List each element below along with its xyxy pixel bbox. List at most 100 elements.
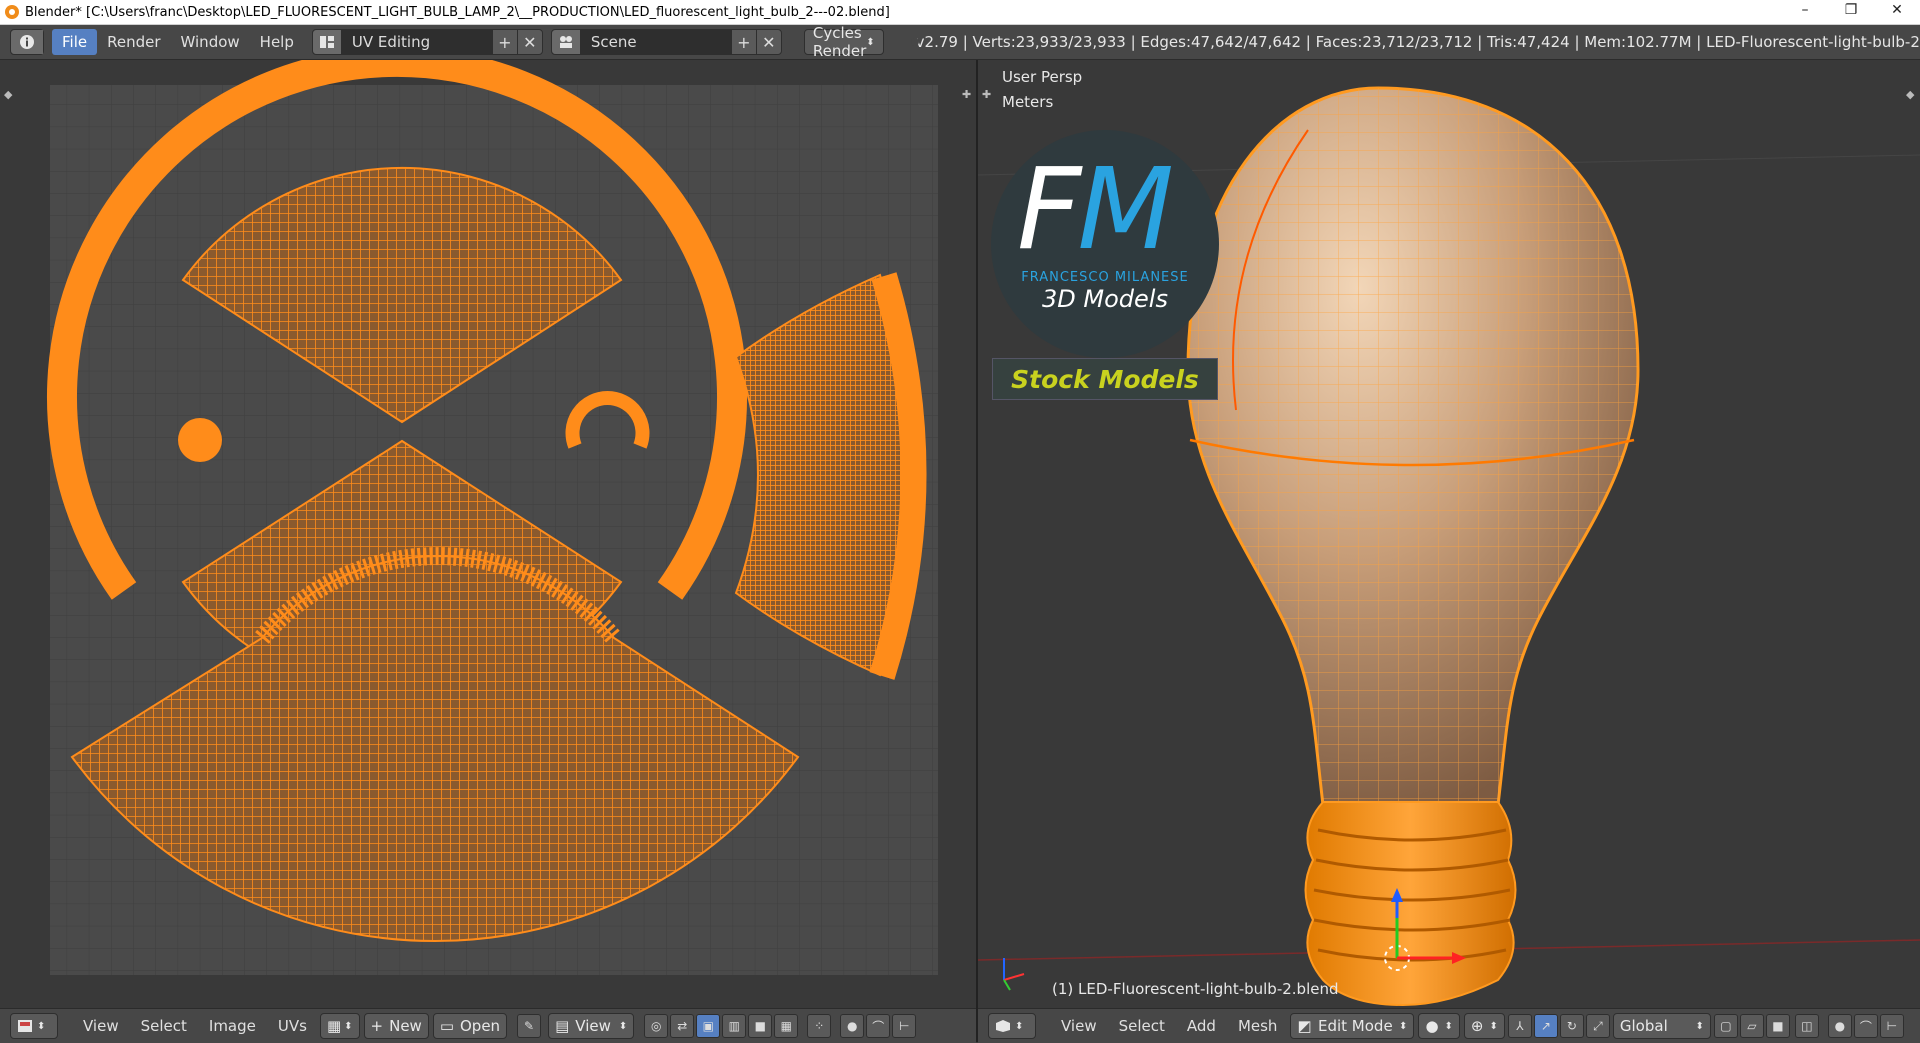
stock-models-banner: Stock Models bbox=[992, 358, 1218, 400]
snap-icon[interactable]: ⌒ bbox=[1853, 1014, 1878, 1038]
updown-arrows-icon: ⬍ bbox=[866, 36, 875, 48]
unit-system-label: Meters bbox=[1002, 93, 1054, 111]
uv-editor-header: ⬍ View Select Image UVs ▦ ⬍ + New ▭ Open ✎ … bbox=[0, 1008, 976, 1043]
view-mode-dropdown[interactable]: ▤ View ⬍ bbox=[548, 1013, 635, 1039]
region-expand-left-icon[interactable]: ◆ bbox=[4, 88, 13, 101]
transform-orientation-dropdown[interactable]: Global ⬍ bbox=[1612, 1013, 1711, 1039]
menu-render[interactable]: Render bbox=[97, 29, 170, 55]
sync-selection-icon[interactable]: ⇄ bbox=[670, 1014, 695, 1038]
menu-uvs[interactable]: UVs bbox=[267, 1017, 318, 1035]
proportional-edit-icon[interactable]: ● bbox=[840, 1014, 865, 1038]
region-expand-right-icon[interactable]: ✚ bbox=[962, 88, 971, 101]
folder-icon: ▭ bbox=[439, 1017, 454, 1035]
solid-shading-icon: ● bbox=[1425, 1017, 1439, 1035]
updown-arrows-icon: ⬍ bbox=[618, 1020, 628, 1032]
open-image-button[interactable]: ▭ Open bbox=[432, 1013, 508, 1039]
menu-help[interactable]: Help bbox=[250, 29, 304, 55]
uv-canvas[interactable]: ◆ ✚ bbox=[0, 60, 976, 1008]
delete-scene-button[interactable]: ✕ bbox=[755, 30, 781, 54]
pivot-point-dropdown[interactable]: ⊕ ⬍ bbox=[1463, 1013, 1505, 1039]
face-select-mode-icon[interactable]: ■ bbox=[1765, 1014, 1790, 1038]
view-mode-icon: ▤ bbox=[555, 1017, 570, 1035]
3d-view-header: ⬍ View Select Add Mesh ◩ Edit Mode ⬍ ● ⬍ ⊕ ⬍… bbox=[978, 1008, 1920, 1043]
layout-grid-icon bbox=[312, 30, 342, 54]
menu-window[interactable]: Window bbox=[171, 29, 250, 55]
open-label: Open bbox=[460, 1017, 501, 1035]
menu-mesh[interactable]: Mesh bbox=[1227, 1017, 1289, 1035]
window-title: Blender* [C:\Users\franc\Desktop\LED_FLU… bbox=[25, 4, 890, 20]
editor-type-button[interactable]: ⬍ bbox=[10, 1013, 58, 1039]
island-select-icon[interactable]: ▦ bbox=[774, 1014, 799, 1038]
minimize-button[interactable]: – bbox=[1782, 0, 1828, 22]
close-button[interactable]: ✕ bbox=[1874, 0, 1920, 22]
menu-add[interactable]: Add bbox=[1176, 1017, 1227, 1035]
info-icon bbox=[11, 30, 43, 54]
scene-field[interactable]: Scene bbox=[580, 30, 731, 54]
scene-selector[interactable]: Scene + ✕ bbox=[550, 29, 782, 55]
viewport-shading-dropdown[interactable]: ● ⬍ bbox=[1418, 1013, 1460, 1039]
orientation-label: Global bbox=[1619, 1017, 1668, 1035]
delete-layout-button[interactable]: ✕ bbox=[516, 30, 542, 54]
scene-icon bbox=[551, 30, 581, 54]
pin-icon[interactable]: ✎ bbox=[517, 1014, 542, 1038]
vertex-select-mode-icon[interactable]: ▢ bbox=[1713, 1014, 1738, 1038]
menu-file[interactable]: File bbox=[52, 29, 98, 55]
edge-select-icon[interactable]: ▥ bbox=[722, 1014, 747, 1038]
image-browse-button[interactable]: ▦ ⬍ bbox=[319, 1013, 360, 1039]
menu-view[interactable]: View bbox=[1050, 1017, 1108, 1035]
edge-select-mode-icon[interactable]: ▱ bbox=[1739, 1014, 1764, 1038]
snap-icon[interactable]: ⌒ bbox=[866, 1014, 891, 1038]
editor-type-button[interactable]: ⬍ bbox=[988, 1013, 1036, 1039]
image-editor-icon bbox=[18, 1020, 32, 1032]
pivot-icon: ⊕ bbox=[1470, 1017, 1484, 1035]
mini-axis-y bbox=[1003, 979, 1011, 991]
bulb-wireframe bbox=[1188, 88, 1638, 805]
limit-selection-icon[interactable]: ◫ bbox=[1794, 1014, 1819, 1038]
pivot-icon[interactable]: ◎ bbox=[644, 1014, 669, 1038]
3d-view-icon bbox=[996, 1020, 1010, 1032]
render-engine-label: Cycles Render bbox=[812, 24, 867, 60]
image-browse-icon: ▦ bbox=[326, 1017, 342, 1035]
translate-manipulator-icon[interactable]: ↗ bbox=[1533, 1014, 1558, 1038]
snap-element-icon[interactable]: ⊢ bbox=[892, 1014, 917, 1038]
view-perspective-label: User Persp bbox=[1002, 68, 1083, 86]
new-image-button[interactable]: + New bbox=[363, 1013, 429, 1039]
uv-island-cap bbox=[178, 418, 222, 462]
mode-dropdown[interactable]: ◩ Edit Mode ⬍ bbox=[1290, 1013, 1415, 1039]
manipulator-toggle-icon[interactable]: ⅄ bbox=[1507, 1014, 1532, 1038]
menu-view[interactable]: View bbox=[72, 1017, 130, 1035]
screen-layout-field[interactable]: UV Editing bbox=[341, 30, 492, 54]
region-expand-icon[interactable]: ✚ bbox=[982, 88, 991, 101]
mode-label: Edit Mode bbox=[1317, 1017, 1393, 1035]
snap-element-icon[interactable]: ⊢ bbox=[1879, 1014, 1904, 1038]
updown-arrows-icon: ⬍ bbox=[1015, 1020, 1024, 1032]
window-titlebar: Blender* [C:\Users\franc\Desktop\LED_FLU… bbox=[0, 0, 1920, 25]
menu-image[interactable]: Image bbox=[198, 1017, 267, 1035]
updown-arrows-icon: ⬍ bbox=[1399, 1020, 1408, 1032]
tool-shelf-expand-icon[interactable]: ◆ bbox=[1906, 88, 1915, 101]
edit-mode-icon: ◩ bbox=[1297, 1017, 1312, 1035]
menu-select[interactable]: Select bbox=[130, 1017, 198, 1035]
restore-button[interactable]: ❐ bbox=[1828, 0, 1874, 22]
proportional-edit-icon[interactable]: ● bbox=[1827, 1014, 1852, 1038]
view-mode-label: View bbox=[575, 1017, 611, 1035]
vertex-select-icon[interactable]: ▣ bbox=[696, 1014, 721, 1038]
uv-image-editor[interactable]: ◆ ✚ bbox=[0, 60, 976, 1008]
active-object-label: (1) LED-Fluorescent-light-bulb-2.blend bbox=[1052, 980, 1339, 998]
window-controls: – ❐ ✕ bbox=[1782, 0, 1920, 22]
scale-manipulator-icon[interactable]: ⤢ bbox=[1585, 1014, 1610, 1038]
updown-arrows-icon: ⬍ bbox=[1444, 1020, 1453, 1032]
add-layout-button[interactable]: + bbox=[491, 30, 517, 54]
sticky-select-icon[interactable]: ⁘ bbox=[807, 1014, 832, 1038]
add-scene-button[interactable]: + bbox=[730, 30, 756, 54]
logo-letters: FM bbox=[1017, 145, 1174, 275]
info-header: File Render Window Help UV Editing + ✕ S… bbox=[0, 24, 1920, 60]
blender-logo-icon bbox=[5, 5, 19, 19]
menu-select[interactable]: Select bbox=[1108, 1017, 1176, 1035]
face-select-icon[interactable]: ■ bbox=[748, 1014, 773, 1038]
render-engine-selector[interactable]: Cycles Render ⬍ bbox=[803, 24, 884, 60]
updown-arrows-icon: ⬍ bbox=[37, 1020, 46, 1032]
screen-layout-selector[interactable]: UV Editing + ✕ bbox=[311, 29, 543, 55]
editor-type-selector[interactable] bbox=[10, 29, 44, 55]
rotate-manipulator-icon[interactable]: ↻ bbox=[1559, 1014, 1584, 1038]
